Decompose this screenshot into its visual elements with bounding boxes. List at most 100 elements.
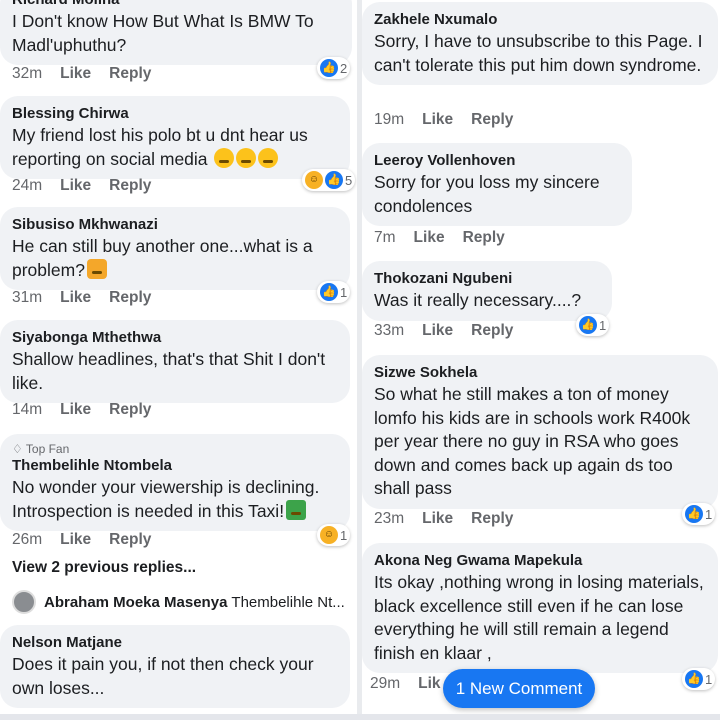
comment-author[interactable]: Akona Neg Gwama Mapekula bbox=[374, 551, 708, 571]
haha-reaction-icon: ☺ bbox=[305, 171, 323, 189]
like-reaction-icon: 👍 bbox=[325, 171, 343, 189]
comment-text-content: He can still buy another one...what is a… bbox=[12, 236, 313, 280]
comment-bubble: Sizwe Sokhela So what he still makes a t… bbox=[362, 355, 718, 509]
like-button[interactable]: Like bbox=[422, 322, 453, 339]
like-button[interactable]: Like bbox=[60, 531, 91, 548]
comment: Richard Molina I Don't know How But What… bbox=[0, 0, 352, 65]
like-reaction-icon: 👍 bbox=[685, 505, 703, 523]
reaction-count: 1 bbox=[705, 671, 713, 687]
reply-button[interactable]: Reply bbox=[471, 510, 513, 527]
comment: Sizwe Sokhela So what he still makes a t… bbox=[362, 355, 718, 509]
reply-button[interactable]: Reply bbox=[109, 177, 151, 194]
reply-button[interactable]: Reply bbox=[471, 322, 513, 339]
comment-time: 31m bbox=[12, 289, 43, 306]
comment-author[interactable]: Sibusiso Mkhwanazi bbox=[12, 215, 340, 235]
comment-actions: 32m Like Reply bbox=[12, 65, 169, 83]
reaction-summary[interactable]: 👍 1 bbox=[682, 668, 716, 690]
like-button[interactable]: Lik bbox=[418, 675, 440, 692]
reply-preview[interactable]: Abraham Moeka Masenya Thembelihle Nt... bbox=[12, 590, 345, 614]
comment-bubble: Akona Neg Gwama Mapekula Its okay ,nothi… bbox=[362, 543, 718, 673]
comment-actions: 14m Like Reply bbox=[12, 401, 169, 419]
like-reaction-icon: 👍 bbox=[320, 59, 338, 77]
comment: ♢ Top Fan Thembelihle Ntombela No wonder… bbox=[0, 434, 350, 531]
comment-author[interactable]: Sizwe Sokhela bbox=[374, 363, 708, 383]
right-comment-column: Zakhele Nxumalo Sorry, I have to unsubsc… bbox=[362, 0, 720, 720]
comment-actions: 19m Like Reply bbox=[374, 111, 531, 129]
top-fan-label: Top Fan bbox=[25, 442, 70, 456]
comment-author[interactable]: Leeroy Vollenhoven bbox=[374, 151, 622, 171]
comment-author[interactable]: Siyabonga Mthethwa bbox=[12, 328, 340, 348]
comment: Sibusiso Mkhwanazi He can still buy anot… bbox=[0, 207, 350, 290]
comment-text: Does it pain you, if not then check your… bbox=[12, 654, 314, 698]
comment-time: 7m bbox=[374, 229, 396, 246]
bottom-bar bbox=[0, 714, 720, 720]
comment-time: 24m bbox=[12, 177, 43, 194]
reply-button[interactable]: Reply bbox=[463, 229, 505, 246]
comment-text: Sorry for you loss my sincere condolence… bbox=[374, 172, 600, 216]
crying-emoji-icon bbox=[258, 147, 279, 168]
comment-text: My friend lost his polo bt u dnt hear us… bbox=[12, 124, 340, 171]
reaction-summary[interactable]: 👍 2 bbox=[317, 57, 351, 79]
comment-text: No wonder your viewership is declining. … bbox=[12, 476, 340, 523]
comment-bubble: Zakhele Nxumalo Sorry, I have to unsubsc… bbox=[362, 2, 718, 85]
comment-text: Its okay ,nothing wrong in losing materi… bbox=[374, 572, 704, 663]
comment-author[interactable]: Thembelihle Ntombela bbox=[12, 456, 340, 476]
comment-author[interactable]: Richard Molina bbox=[12, 0, 342, 10]
comment: Zakhele Nxumalo Sorry, I have to unsubsc… bbox=[362, 2, 718, 85]
restroom-emoji-icon bbox=[286, 499, 307, 520]
comment: Akona Neg Gwama Mapekula Its okay ,nothi… bbox=[362, 543, 718, 673]
haha-reaction-icon: ☺ bbox=[320, 526, 338, 544]
comment-text-content: No wonder your viewership is declining. … bbox=[12, 477, 320, 521]
comment-bubble: Nelson Matjane Does it pain you, if not … bbox=[0, 625, 350, 708]
comment: Siyabonga Mthethwa Shallow headlines, th… bbox=[0, 320, 350, 403]
avatar bbox=[12, 590, 36, 614]
reply-button[interactable]: Reply bbox=[109, 289, 151, 306]
like-button[interactable]: Like bbox=[60, 177, 91, 194]
reaction-summary[interactable]: ☺ 1 bbox=[317, 524, 351, 546]
reaction-summary[interactable]: 👍 1 bbox=[317, 281, 351, 303]
like-button[interactable]: Like bbox=[414, 229, 445, 246]
comment-actions: 33m Like Reply bbox=[374, 322, 531, 340]
reaction-count: 1 bbox=[340, 527, 348, 543]
reply-button[interactable]: Reply bbox=[471, 111, 513, 128]
like-button[interactable]: Like bbox=[60, 65, 91, 82]
comment: Nelson Matjane Does it pain you, if not … bbox=[0, 625, 350, 708]
reaction-summary[interactable]: 👍 1 bbox=[682, 503, 716, 525]
reply-button[interactable]: Reply bbox=[109, 401, 151, 418]
reaction-count: 1 bbox=[340, 284, 348, 300]
like-button[interactable]: Like bbox=[60, 401, 91, 418]
comment-actions: 23m Like Reply bbox=[374, 510, 531, 528]
diamond-icon: ♢ bbox=[12, 442, 23, 456]
reaction-summary[interactable]: 👍 1 bbox=[576, 314, 610, 336]
comment: Thokozani Ngubeni Was it really necessar… bbox=[362, 261, 612, 321]
comment-time: 19m bbox=[374, 111, 405, 128]
comment-author[interactable]: Zakhele Nxumalo bbox=[374, 10, 708, 30]
reaction-count: 1 bbox=[705, 506, 713, 522]
reply-button[interactable]: Reply bbox=[109, 65, 151, 82]
reaction-count: 5 bbox=[345, 172, 353, 188]
reply-preview-author: Abraham Moeka Masenya bbox=[44, 593, 228, 611]
comment-time: 33m bbox=[374, 322, 405, 339]
comment-bubble: Leeroy Vollenhoven Sorry for you loss my… bbox=[362, 143, 632, 226]
new-comment-button[interactable]: 1 New Comment bbox=[443, 669, 595, 708]
comment-actions: 7m Like Reply bbox=[374, 229, 523, 247]
comment-bubble: Blessing Chirwa My friend lost his polo … bbox=[0, 96, 350, 179]
reaction-count: 2 bbox=[340, 60, 348, 76]
like-button[interactable]: Like bbox=[422, 111, 453, 128]
comment-bubble: Richard Molina I Don't know How But What… bbox=[0, 0, 352, 65]
comment-actions: 26m Like Reply bbox=[12, 531, 169, 549]
person-shrugging-emoji-icon bbox=[86, 258, 107, 279]
like-reaction-icon: 👍 bbox=[685, 670, 703, 688]
comment-actions: 24m Like Reply bbox=[12, 177, 169, 195]
reaction-summary[interactable]: ☺ 👍 5 bbox=[302, 169, 356, 191]
comment-author[interactable]: Nelson Matjane bbox=[12, 633, 340, 653]
comment-text: He can still buy another one...what is a… bbox=[12, 235, 340, 282]
comment: Leeroy Vollenhoven Sorry for you loss my… bbox=[362, 143, 632, 226]
crying-emoji-icon bbox=[236, 147, 257, 168]
reply-button[interactable]: Reply bbox=[109, 531, 151, 548]
like-button[interactable]: Like bbox=[60, 289, 91, 306]
comment-author[interactable]: Blessing Chirwa bbox=[12, 104, 340, 124]
like-button[interactable]: Like bbox=[422, 510, 453, 527]
comment-author[interactable]: Thokozani Ngubeni bbox=[374, 269, 602, 289]
view-previous-replies-link[interactable]: View 2 previous replies... bbox=[12, 559, 196, 577]
